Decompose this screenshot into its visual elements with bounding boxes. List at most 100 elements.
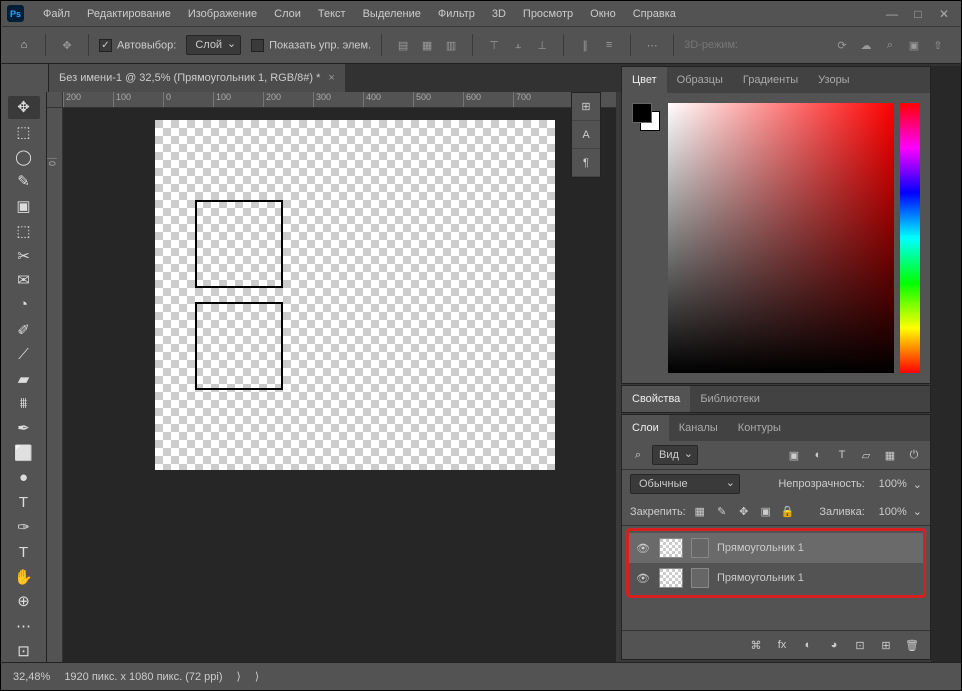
layer-style-icon[interactable]: fx [774,637,790,653]
tool-pen[interactable]: ● [8,467,40,490]
adjustment-layer-icon[interactable]: ◕ [826,637,842,653]
tool-move[interactable]: ✥ [8,96,40,119]
canvas[interactable] [155,120,555,470]
align-left-icon[interactable]: ▤ [392,34,414,56]
layer-filter-select[interactable]: Вид [652,445,698,465]
document-tab[interactable]: Без имени-1 @ 32,5% (Прямоугольник 1, RG… [49,64,345,92]
tool-stamp[interactable]: ✐ [8,318,40,341]
move-tool-icon[interactable]: ✥ [56,34,78,56]
tab-swatches[interactable]: Образцы [667,67,733,93]
menu-view[interactable]: Просмотр [516,4,580,24]
tool-edit-toolbar[interactable]: ⋯ [8,615,40,638]
home-button[interactable]: ⌂ [13,34,35,56]
shape-rectangle-2[interactable] [195,302,283,390]
tool-eraser[interactable]: ▰ [8,368,40,391]
more-options-icon[interactable]: ⋯ [641,34,663,56]
tool-eyedropper[interactable]: ✂ [8,244,40,267]
auto-select-check[interactable]: Автовыбор: [99,39,176,52]
tool-path-select[interactable]: ✑ [8,516,40,539]
align-center-icon[interactable]: ▦ [416,34,438,56]
tool-color-swap[interactable]: ⊡ [8,639,40,662]
tool-quick-select[interactable]: ✎ [8,170,40,193]
layer-row[interactable]: 👁 Прямоугольник 1 [629,563,923,593]
chevron-down-icon[interactable]: ⌄ [913,478,922,491]
ruler-horizontal[interactable]: 2001000100200300400500600700 [63,92,616,108]
layer-name[interactable]: Прямоугольник 1 [717,542,804,554]
tab-properties[interactable]: Свойства [622,386,690,412]
tool-lasso[interactable]: ◯ [8,145,40,168]
tool-dodge[interactable]: ⬜ [8,442,40,465]
group-icon[interactable]: ⊡ [852,637,868,653]
views-icon[interactable]: ▣ [903,34,925,56]
tab-layers[interactable]: Слои [622,415,669,441]
link-layers-icon[interactable]: ⌘ [748,637,764,653]
menu-layers[interactable]: Слои [267,4,308,24]
menu-filter[interactable]: Фильтр [431,4,482,24]
visibility-icon[interactable]: 👁 [635,572,651,585]
lock-pixels-icon[interactable]: ✎ [714,504,730,520]
dock-character-icon[interactable]: A [572,121,600,149]
tool-hand[interactable]: ✋ [8,565,40,588]
menu-edit[interactable]: Редактирование [80,4,178,24]
maximize-button[interactable]: □ [907,5,929,23]
color-spectrum[interactable] [668,103,894,373]
filter-toggle-icon[interactable]: ⏻ [906,447,922,463]
cloud-icon[interactable]: ☁ [855,34,877,56]
layer-row[interactable]: 👁 Прямоугольник 1 [629,533,923,563]
tool-marquee[interactable]: ⬚ [8,121,40,144]
lock-transparency-icon[interactable]: ▦ [692,504,708,520]
distribute-h-icon[interactable]: ∥ [574,34,596,56]
info-arrow-icon[interactable]: ⟩ [237,670,241,683]
close-button[interactable]: ✕ [933,5,955,23]
filter-adjust-icon[interactable]: ◐ [810,447,826,463]
show-transform-check[interactable]: Показать упр. элем. [251,39,371,52]
align-middle-icon[interactable]: ⫠ [507,34,529,56]
filter-shape-icon[interactable]: ▱ [858,447,874,463]
tab-gradients[interactable]: Градиенты [733,67,808,93]
layer-mask-icon[interactable]: ◐ [800,637,816,653]
fg-bg-swatch[interactable] [632,103,662,133]
align-top-icon[interactable]: ⊤ [483,34,505,56]
tab-patterns[interactable]: Узоры [808,67,859,93]
search-icon[interactable]: ⌕ [879,34,901,56]
tab-libraries[interactable]: Библиотеки [690,386,770,412]
chevron-down-icon[interactable]: ⌄ [913,505,922,518]
filter-smart-icon[interactable]: ▦ [882,447,898,463]
tool-blur[interactable]: ✒ [8,417,40,440]
tab-close-icon[interactable]: × [328,72,334,84]
align-right-icon[interactable]: ▥ [440,34,462,56]
visibility-icon[interactable]: 👁 [635,542,651,555]
hue-slider[interactable] [900,103,920,373]
layer-thumb[interactable] [659,568,683,588]
opacity-input[interactable] [871,478,907,490]
fill-input[interactable] [871,506,907,518]
dock-icon-1[interactable]: ⊞ [572,93,600,121]
tool-history-brush[interactable]: ⟋ [8,343,40,366]
menu-image[interactable]: Изображение [181,4,264,24]
tool-zoom[interactable]: ⊕ [8,590,40,613]
tool-crop[interactable]: ▣ [8,195,40,218]
layer-mask-thumb[interactable] [691,538,709,558]
tool-heal[interactable]: ✉ [8,269,40,292]
tool-brush[interactable]: ◔ [8,294,40,317]
tab-channels[interactable]: Каналы [669,415,728,441]
menu-help[interactable]: Справка [626,4,683,24]
layer-name[interactable]: Прямоугольник 1 [717,572,804,584]
tab-paths[interactable]: Контуры [728,415,791,441]
blend-mode-select[interactable]: Обычные [630,474,740,494]
align-bottom-icon[interactable]: ⊥ [531,34,553,56]
lock-all-icon[interactable]: 🔒 [780,504,796,520]
delete-layer-icon[interactable]: 🗑 [904,637,920,653]
ruler-vertical[interactable]: 0 [47,108,63,662]
filter-type-icon[interactable]: T [834,447,850,463]
layer-mask-thumb[interactable] [691,568,709,588]
menu-select[interactable]: Выделение [356,4,428,24]
filter-pixel-icon[interactable]: ▣ [786,447,802,463]
tool-type[interactable]: T [8,491,40,514]
lock-artboard-icon[interactable]: ▣ [758,504,774,520]
dock-paragraph-icon[interactable]: ¶ [572,149,600,177]
info-arrow-icon[interactable]: ⟩ [255,670,259,683]
new-layer-icon[interactable]: ⊞ [878,637,894,653]
distribute-v-icon[interactable]: ≡ [598,34,620,56]
lock-position-icon[interactable]: ✥ [736,504,752,520]
